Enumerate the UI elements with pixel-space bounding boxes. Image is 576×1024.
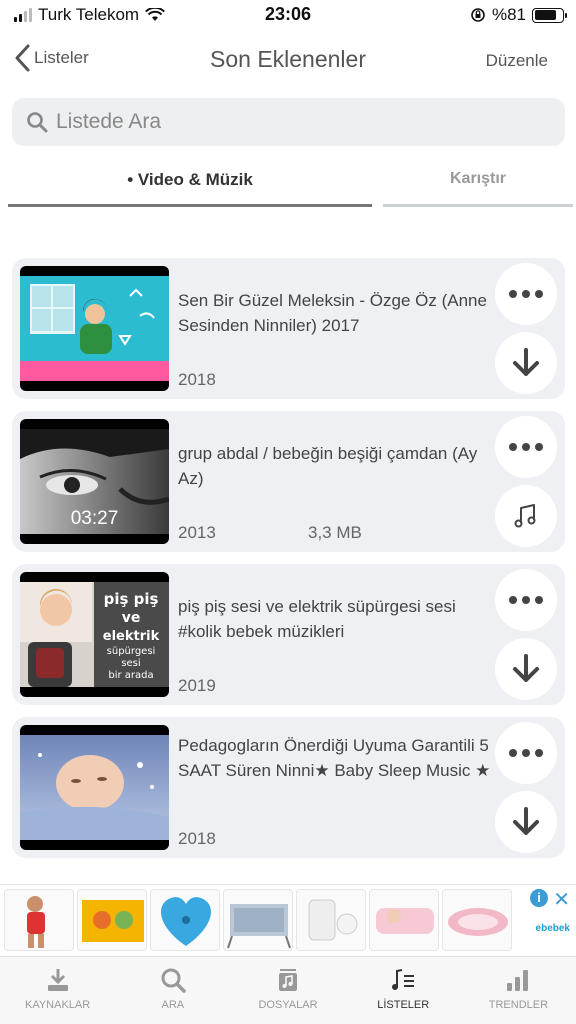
status-right: %81 <box>470 5 567 25</box>
list-item[interactable]: 03:27 grup abdal / bebeğin beşiği çamdan… <box>12 411 565 552</box>
ad-product-image[interactable] <box>442 889 512 951</box>
video-thumbnail <box>20 725 169 850</box>
more-dots-icon <box>509 749 543 757</box>
item-title: Pedagogların Önerdiği Uyuma Garantili 5 … <box>178 736 491 780</box>
video-thumbnail <box>20 266 169 391</box>
item-title: Sen Bir Güzel Meleksin - Özge Öz (Anne S… <box>178 291 487 335</box>
item-title: piş piş sesi ve elektrik süpürgesi sesi … <box>178 597 456 641</box>
ad-product-image[interactable] <box>369 889 439 951</box>
ad-product-image[interactable] <box>223 889 293 951</box>
tab-search-label: ARA <box>161 999 185 1011</box>
tab-shuffle-indicator <box>383 204 573 207</box>
svg-text:piş piş: piş piş <box>104 590 159 608</box>
tab-video-music[interactable]: • Video & Müzik <box>8 170 372 190</box>
download-arrow-icon <box>513 807 539 835</box>
search-icon <box>161 968 186 993</box>
tab-bar: KAYNAKLAR ARA DOSYALAR LİSTELER TRENDLER <box>0 956 576 1024</box>
ad-banner[interactable]: i ✕ ebebek <box>0 884 576 954</box>
music-note-icon <box>514 504 536 528</box>
tab-trends-label: TRENDLER <box>488 999 549 1011</box>
search-placeholder: Listede Ara <box>56 110 162 133</box>
music-file-icon <box>279 969 297 991</box>
edit-button[interactable]: Düzenle <box>486 51 548 71</box>
download-arrow-icon <box>513 654 539 682</box>
tab-video-music-indicator <box>8 204 372 207</box>
item-file-size: 3,3 MB <box>308 523 362 542</box>
nav-bar: Listeler Son Eklenenler Düzenle <box>0 36 576 84</box>
ad-close-icon[interactable]: ✕ <box>553 887 570 912</box>
ad-brand-logo: ebebek <box>535 923 570 934</box>
tab-search[interactable]: ARA <box>115 957 230 1024</box>
battery-icon <box>532 7 567 23</box>
more-options-button[interactable] <box>495 416 557 478</box>
item-title: grup abdal / bebeğin beşiği çamdan (Ay A… <box>178 444 478 488</box>
download-button[interactable] <box>495 638 557 700</box>
ad-product-image[interactable] <box>4 889 74 951</box>
list-item[interactable]: Sen Bir Güzel Meleksin - Özge Öz (Anne S… <box>12 258 565 399</box>
list-item[interactable]: Pedagogların Önerdiği Uyuma Garantili 5 … <box>12 717 565 858</box>
bar-chart-icon <box>507 970 529 991</box>
tab-files[interactable]: DOSYALAR <box>230 957 345 1024</box>
search-input[interactable]: Listede Ara <box>12 98 565 146</box>
svg-text:bir arada: bir arada <box>108 670 153 681</box>
download-button[interactable] <box>495 332 557 394</box>
tab-sources[interactable]: KAYNAKLAR <box>0 957 115 1024</box>
orientation-lock-icon <box>471 8 485 22</box>
more-options-button[interactable] <box>495 722 557 784</box>
music-list-icon <box>392 969 415 990</box>
video-thumbnail: 03:27 <box>20 419 169 544</box>
download-button[interactable] <box>495 791 557 853</box>
tab-shuffle[interactable]: Karıştır <box>383 170 573 188</box>
list-item[interactable]: piş piş ve elektrik süpürgesi sesi bir a… <box>12 564 565 705</box>
segmented-tabs: • Video & Müzik Karıştır <box>0 170 576 210</box>
ad-product-image[interactable] <box>150 889 220 951</box>
ad-product-image[interactable] <box>296 889 366 951</box>
svg-text:ve: ve <box>122 610 141 626</box>
download-tray-icon <box>47 969 68 991</box>
ad-info-icon[interactable]: i <box>530 889 548 907</box>
more-dots-icon <box>509 443 543 451</box>
play-audio-button[interactable] <box>495 485 557 547</box>
item-year: 2018 <box>178 370 216 389</box>
tab-lists-label: LİSTELER <box>377 999 430 1011</box>
svg-text:süpürgesi: süpürgesi <box>107 646 156 657</box>
item-year: 2013 <box>178 523 216 542</box>
svg-text:elektrik: elektrik <box>103 629 160 644</box>
more-dots-icon <box>509 596 543 604</box>
svg-text:sesi: sesi <box>121 658 140 669</box>
video-thumbnail: piş piş ve elektrik süpürgesi sesi bir a… <box>20 572 169 697</box>
item-year: 2019 <box>178 676 216 695</box>
tab-files-label: DOSYALAR <box>258 999 318 1011</box>
search-icon <box>27 112 48 133</box>
tab-lists[interactable]: LİSTELER <box>346 957 461 1024</box>
item-year: 2018 <box>178 829 216 848</box>
tab-trends[interactable]: TRENDLER <box>461 957 576 1024</box>
battery-percent: %81 <box>491 5 526 24</box>
download-arrow-icon <box>513 348 539 376</box>
video-duration: 03:27 <box>70 508 119 529</box>
media-list: Sen Bir Güzel Meleksin - Özge Öz (Anne S… <box>12 258 565 870</box>
more-options-button[interactable] <box>495 263 557 325</box>
tab-sources-label: KAYNAKLAR <box>24 999 91 1011</box>
more-options-button[interactable] <box>495 569 557 631</box>
status-bar: Turk Telekom 23:06 %81 <box>0 0 576 30</box>
more-dots-icon <box>509 290 543 298</box>
ad-product-image[interactable] <box>77 889 147 951</box>
